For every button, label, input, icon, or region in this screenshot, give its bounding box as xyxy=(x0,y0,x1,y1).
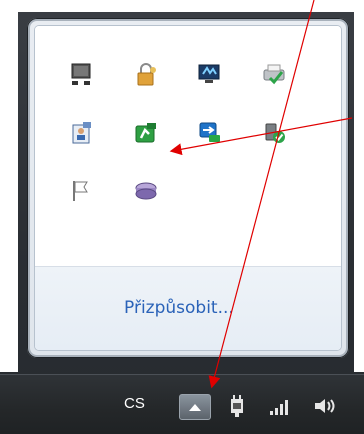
signal-bars-icon xyxy=(270,400,288,415)
hidden-icons-grid xyxy=(69,62,325,236)
right-margin xyxy=(354,0,364,372)
tray-item-green-app[interactable] xyxy=(133,120,197,178)
tray-item-flag[interactable] xyxy=(69,178,133,236)
green-app-icon xyxy=(135,123,156,143)
power-plug-icon xyxy=(231,395,243,417)
show-hidden-icons-button[interactable] xyxy=(179,394,211,420)
triangle-up-icon xyxy=(189,404,201,411)
monitor-icon xyxy=(71,63,91,85)
tray-item-disk[interactable] xyxy=(133,178,197,236)
lock-icon xyxy=(137,63,156,86)
language-indicator[interactable]: CS xyxy=(124,395,145,412)
customize-link[interactable]: Přizpůsobit... xyxy=(124,298,234,318)
tray-power-plug[interactable] xyxy=(224,393,250,423)
tray-speaker[interactable] xyxy=(312,393,338,423)
disk-icon xyxy=(135,182,157,200)
tray-item-printer[interactable] xyxy=(261,62,325,120)
top-margin xyxy=(0,0,364,12)
tray-item-monitor[interactable] xyxy=(69,62,133,120)
user-card-icon xyxy=(72,122,91,144)
remote-desktop-icon xyxy=(199,122,220,142)
flag-icon xyxy=(73,181,88,201)
usb-check-icon xyxy=(265,123,285,143)
tray-item-lock[interactable] xyxy=(133,62,197,120)
tray-signal[interactable] xyxy=(266,393,292,423)
flyout-content: Přizpůsobit... xyxy=(35,26,341,350)
notification-area-flyout: Přizpůsobit... xyxy=(27,18,349,358)
network-display-icon xyxy=(198,64,220,83)
tray-item-user-card[interactable] xyxy=(69,120,133,178)
taskbar: CS xyxy=(0,374,364,434)
customize-section: Přizpůsobit... xyxy=(35,267,341,350)
tray-item-remote-desktop[interactable] xyxy=(197,120,261,178)
left-margin xyxy=(0,0,18,372)
tray-item-usb-check[interactable] xyxy=(261,120,325,178)
speaker-icon xyxy=(315,399,335,413)
tray-item-network-display[interactable] xyxy=(197,62,261,120)
printer-check-icon xyxy=(263,64,285,85)
hidden-icons-area xyxy=(35,26,341,266)
